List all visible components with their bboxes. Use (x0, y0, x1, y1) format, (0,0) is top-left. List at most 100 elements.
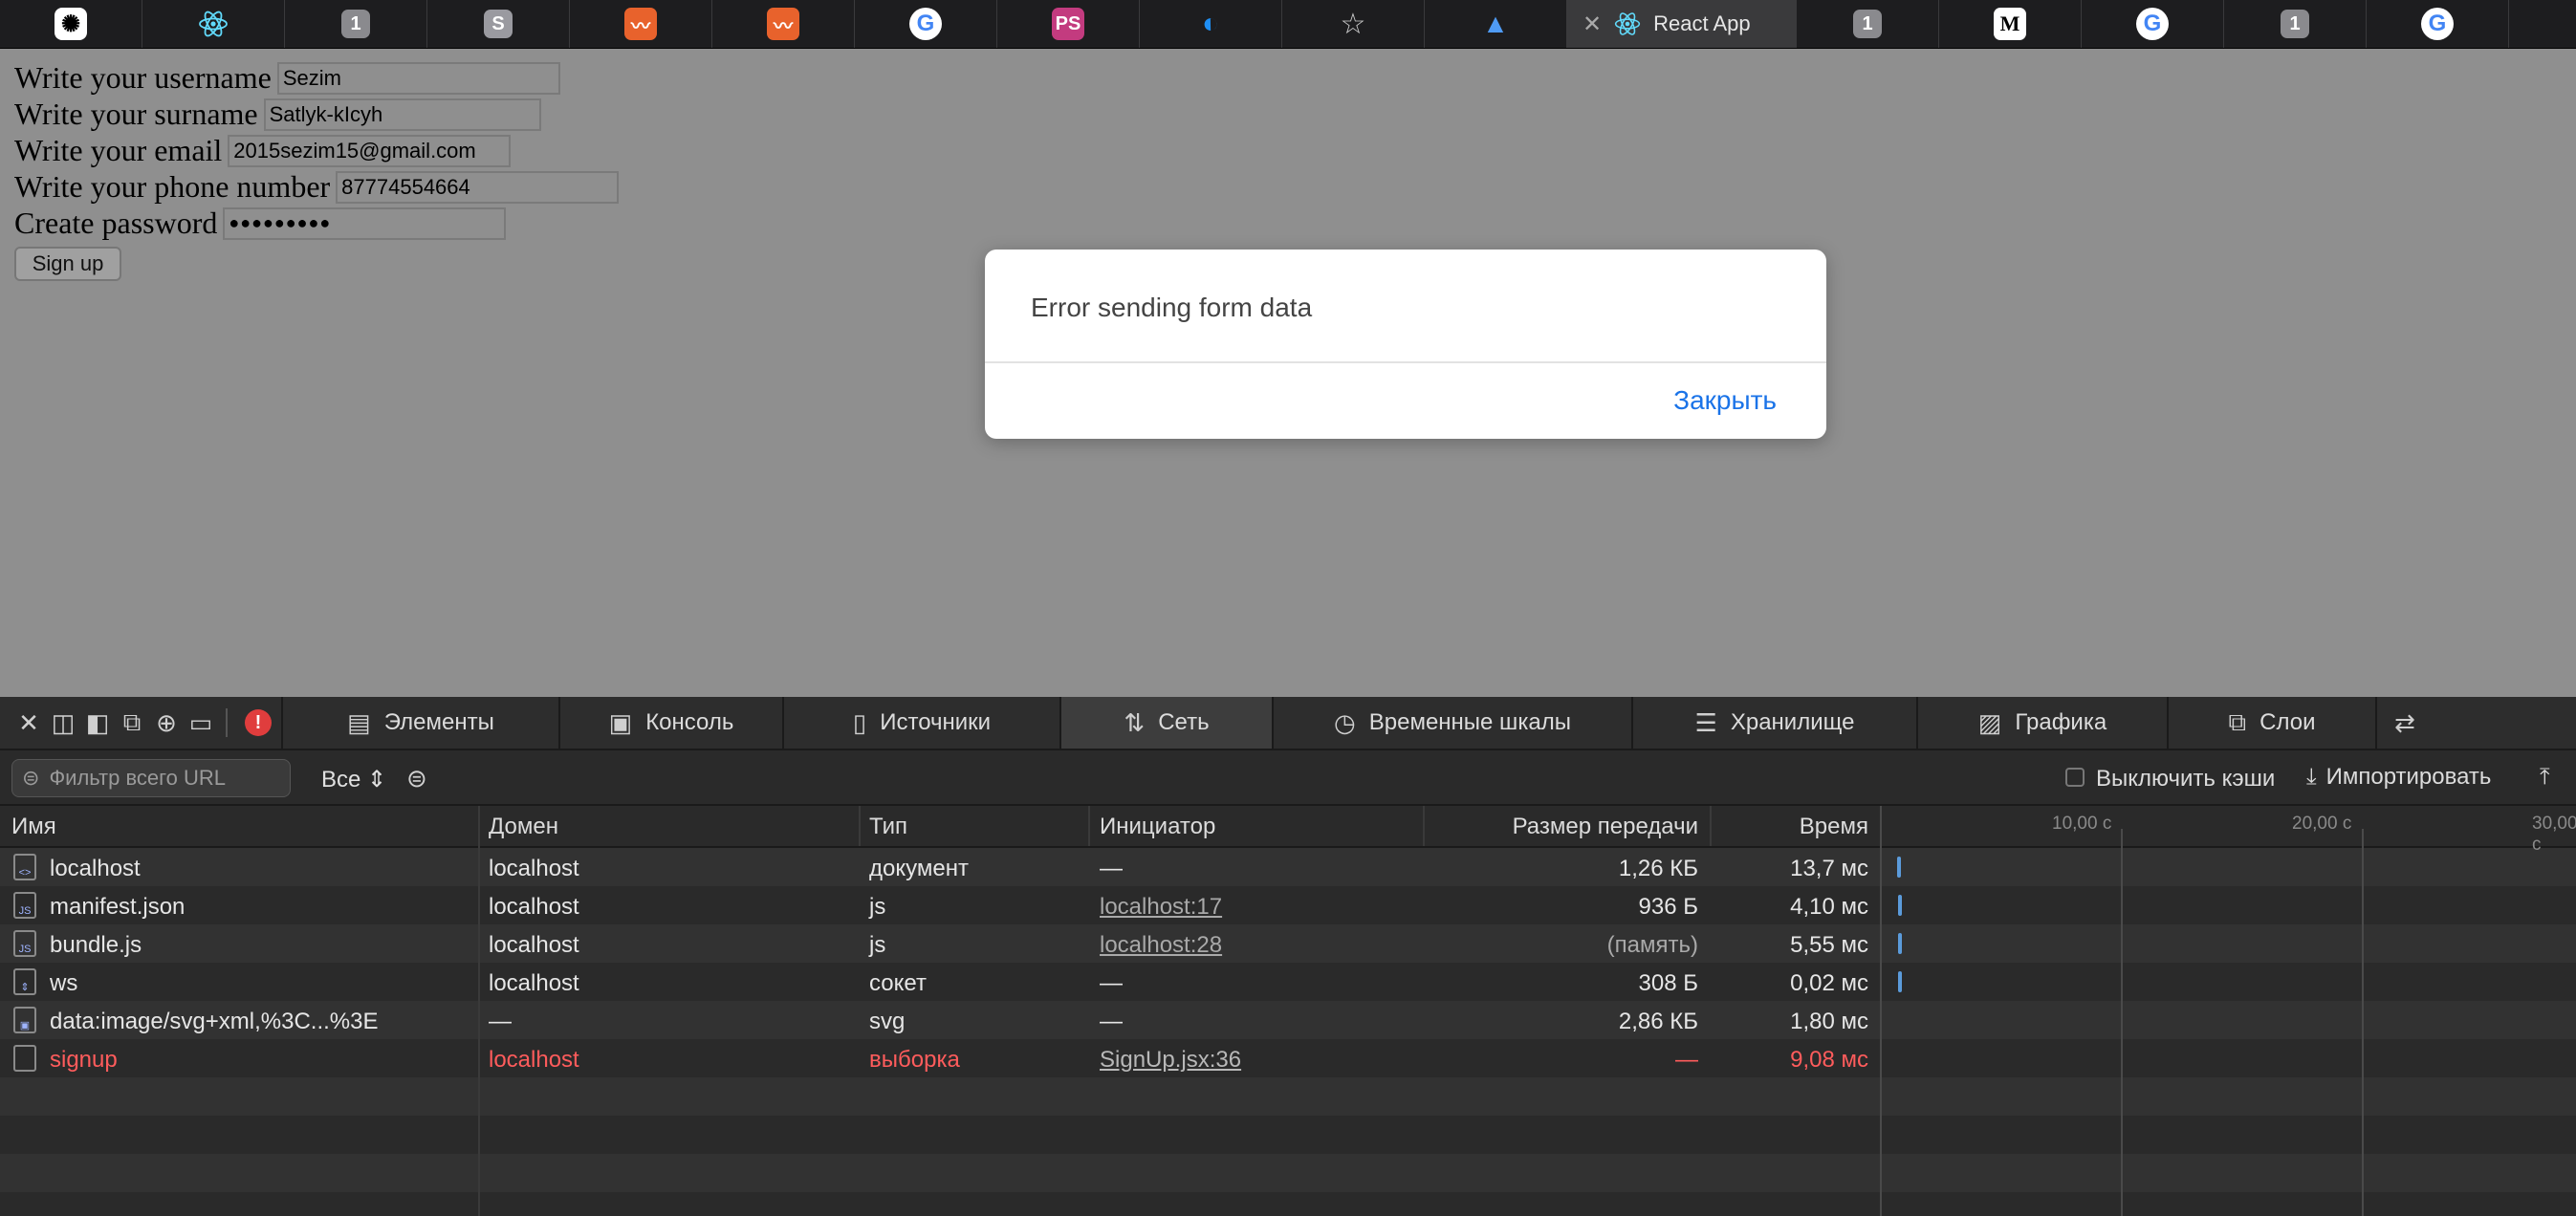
graphics-icon: ▨ (1977, 707, 2002, 737)
email-label: Write your email (14, 133, 223, 167)
document-icon: <> (13, 854, 36, 880)
request-size: 308 Б (1638, 970, 1698, 996)
timeline-gridline (2121, 829, 2123, 1216)
tab-s[interactable]: S (427, 0, 570, 48)
sign-up-button[interactable]: Sign up (14, 247, 121, 281)
tab-number-one[interactable]: 1 (2224, 0, 2367, 48)
network-icon: ⇅ (1124, 707, 1146, 737)
close-devtools-icon[interactable]: ✕ (11, 697, 46, 749)
tab-console[interactable]: ▣ Консоль (558, 697, 782, 749)
request-initiator: — (1100, 1009, 1123, 1034)
col-time[interactable]: Время (1800, 814, 1868, 840)
medium-icon: M (1994, 8, 2026, 40)
request-name: data:image/svg+xml,%3C...%3E (50, 1009, 379, 1034)
tab-network[interactable]: ⇅ Сеть (1059, 697, 1272, 749)
waterfall-bar (1897, 857, 1901, 878)
request-domain: localhost (489, 1047, 579, 1073)
dock-bottom-icon[interactable]: ◫ (46, 697, 80, 749)
initiator-link[interactable]: localhost:28 (1100, 932, 1222, 959)
device-mode-icon[interactable]: ▭ (184, 697, 218, 749)
request-domain: localhost (489, 856, 579, 881)
azure-icon: ▲ (1482, 9, 1509, 38)
devtools-toolbar: ✕ ◫ ◧ ⧉ ⊕ ▭ ! ▤ Элементы ▣ Консоль ▯ Источн… (0, 697, 2576, 750)
element-picker-icon[interactable]: ⊕ (149, 697, 184, 749)
col-name[interactable]: Имя (11, 814, 56, 840)
tab-timelines[interactable]: ◷ Временные шкалы (1272, 697, 1631, 749)
chevron-updown-icon: ⇕ (367, 767, 387, 793)
tab-google[interactable]: G (2367, 0, 2509, 48)
col-transfer-size[interactable]: Размер передачи (1513, 814, 1698, 840)
password-input[interactable]: ●●●●●●●●● (223, 206, 507, 240)
tab-number-one[interactable]: 1 (285, 0, 427, 48)
request-size: (память) (1606, 932, 1698, 958)
tab-graphics[interactable]: ▨ Графика (1916, 697, 2167, 749)
tab-azure[interactable]: ▲ (1425, 0, 1567, 48)
tab-timelines-label: Временные шкалы (1368, 709, 1571, 735)
col-type[interactable]: Тип (869, 814, 907, 840)
url-filter-input[interactable]: ⊜ Фильтр всего URL (11, 759, 291, 797)
tab-medium[interactable]: M (1939, 0, 2082, 48)
waterfall-bar (1898, 971, 1902, 992)
layers-icon: ⧉ (2228, 707, 2247, 736)
initiator-link[interactable]: SignUp.jsx:36 (1100, 1047, 1241, 1074)
tab-network-label: Сеть (1158, 709, 1210, 735)
request-name: ws (50, 970, 78, 996)
request-type: js (869, 932, 886, 958)
phone-input[interactable]: 87774554664 (336, 170, 620, 204)
request-type: выборка (869, 1047, 960, 1073)
import-label: Импортировать (2325, 764, 2492, 790)
tab-storage[interactable]: ☰ Хранилище (1631, 697, 1916, 749)
filter-options-icon[interactable]: ⊜ (406, 764, 427, 793)
tab-sources[interactable]: ▯ Источники (782, 697, 1059, 749)
request-time: 13,7 мс (1790, 856, 1868, 881)
close-dialog-button[interactable]: Закрыть (1673, 385, 1777, 416)
tab-chatgpt[interactable]: ✺ (0, 0, 142, 48)
ps-icon: PS (1052, 8, 1084, 40)
export-icon[interactable]: ⤒ (2540, 764, 2550, 791)
file-icon (13, 1045, 36, 1072)
surname-input[interactable]: Satlyk-kIcyh (263, 98, 541, 131)
timeline-tick: 10,00 с (2052, 814, 2112, 834)
request-time: 9,08 мс (1790, 1047, 1868, 1073)
request-type: сокет (869, 970, 927, 996)
tab-layers[interactable]: ⧉ Слои (2167, 697, 2375, 749)
waterfall-timeline: 10,00 с 20,00 с 30,00 с (1882, 806, 2576, 1216)
tab-digitalocean[interactable]: ◐ (1140, 0, 1282, 48)
tab-orange-wave[interactable]: 〰 (712, 0, 855, 48)
resource-type-select[interactable]: Все ⇕ (321, 766, 386, 793)
disable-cache-checkbox[interactable] (2065, 768, 2085, 787)
request-domain: localhost (489, 932, 579, 958)
tab-google[interactable]: G (855, 0, 997, 48)
orange-wave-icon: 〰 (767, 8, 799, 40)
col-domain[interactable]: Домен (489, 814, 558, 840)
detach-window-icon[interactable]: ⧉ (115, 697, 149, 749)
filter-icon: ⊜ (22, 766, 40, 790)
tab-sources-label: Источники (880, 709, 992, 735)
tab-number-one[interactable]: 1 (1797, 0, 1939, 48)
col-initiator[interactable]: Инициатор (1100, 814, 1215, 840)
tab-elements[interactable]: ▤ Элементы (281, 697, 558, 749)
digitalocean-icon: ◐ (1201, 8, 1220, 39)
tab-orange-wave[interactable]: 〰 (570, 0, 712, 48)
tab-ps[interactable]: PS (997, 0, 1140, 48)
timeline-tick: 30,00 с (2532, 814, 2576, 855)
error-badge-icon[interactable]: ! (245, 709, 272, 736)
websocket-icon: ⇕ (13, 968, 36, 995)
import-button[interactable]: ⤓ Импортировать (2306, 764, 2491, 791)
elements-icon: ▤ (347, 707, 371, 737)
request-domain: localhost (489, 894, 579, 920)
request-time: 0,02 мс (1790, 970, 1868, 996)
close-tab-icon[interactable]: ✕ (1583, 11, 1602, 38)
tab-react-app[interactable]: ✕ React App (1567, 0, 1797, 48)
username-input[interactable]: Sezim (276, 61, 560, 95)
email-input[interactable]: 2015sezim15@gmail.com (228, 134, 512, 167)
tab-google[interactable]: G (2082, 0, 2224, 48)
request-time: 4,10 мс (1790, 894, 1868, 920)
tab-react[interactable] (142, 0, 285, 48)
initiator-link[interactable]: localhost:17 (1100, 894, 1222, 921)
tab-star[interactable]: ☆ (1282, 0, 1425, 48)
star-icon: ☆ (1340, 8, 1366, 40)
dock-side-icon[interactable]: ◧ (80, 697, 115, 749)
phone-label: Write your phone number (14, 169, 331, 204)
more-tabs-button[interactable]: ⇄ (2375, 697, 2433, 749)
